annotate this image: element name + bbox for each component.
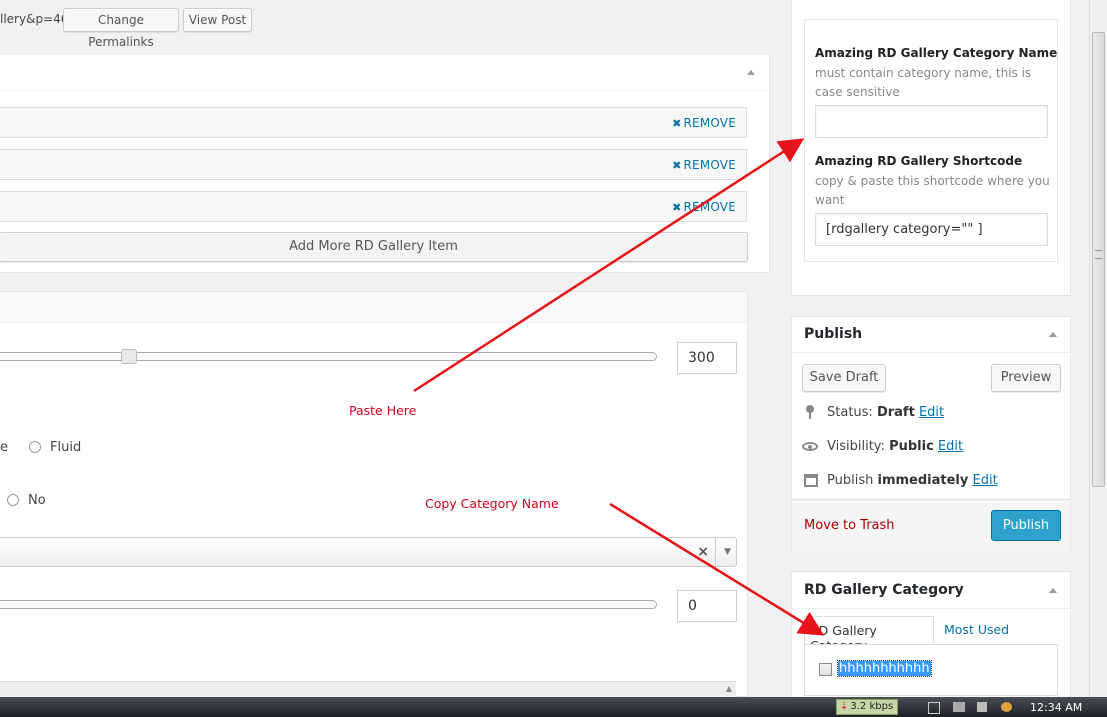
annotation-arrows [413, 138, 825, 636]
taskbar: ⇣ 3.2 kbps 12:34 AM [0, 697, 1107, 717]
clock[interactable]: 12:34 AM [1030, 701, 1082, 714]
volume-icon[interactable] [1001, 702, 1012, 712]
tray-icon[interactable] [977, 702, 987, 712]
network-speed[interactable]: ⇣ 3.2 kbps [836, 699, 898, 715]
tray-icon[interactable] [928, 702, 940, 714]
download-arrow-icon: ⇣ [840, 701, 849, 712]
paste-here-annotation: Paste Here [349, 403, 417, 418]
paste-arrow [413, 138, 805, 393]
copy-arrow [609, 502, 825, 636]
tray-icon[interactable] [953, 702, 965, 712]
copy-category-annotation: Copy Category Name [425, 496, 559, 511]
